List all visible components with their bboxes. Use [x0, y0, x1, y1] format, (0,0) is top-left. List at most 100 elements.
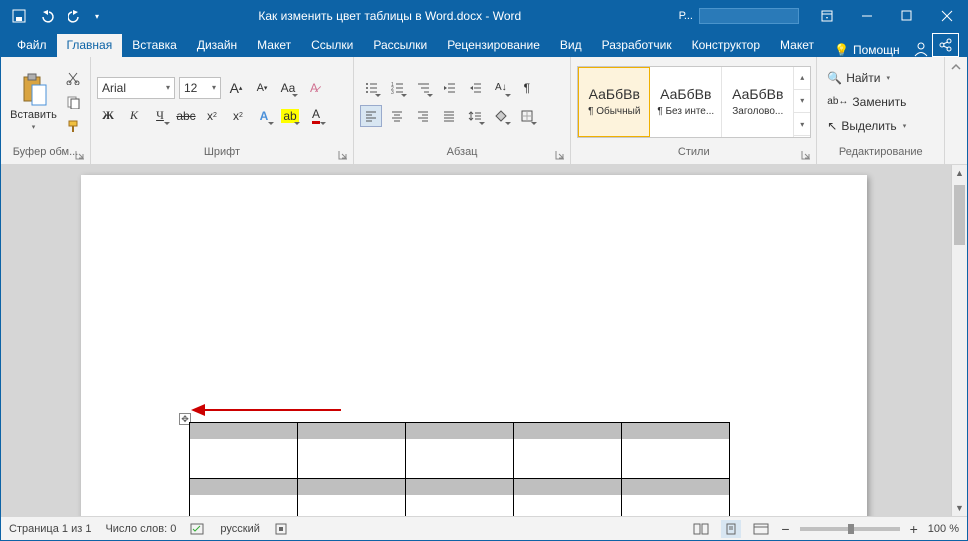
- qat-customize-button[interactable]: ▾: [91, 4, 103, 28]
- borders-button[interactable]: [516, 105, 538, 127]
- tab-developer[interactable]: Разработчик: [592, 34, 682, 57]
- title-bar: ▾ Как изменить цвет таблицы в Word.docx …: [1, 1, 967, 31]
- shading-button[interactable]: [490, 105, 512, 127]
- minimize-button[interactable]: [847, 1, 887, 31]
- find-button[interactable]: 🔍Найти▾: [827, 67, 906, 89]
- superscript-button[interactable]: x2: [227, 105, 249, 127]
- tell-me-search[interactable]: 💡 Помощн: [824, 43, 910, 57]
- tell-me-label: Помощн: [853, 43, 900, 57]
- styles-gallery: АаБбВв ¶ Обычный АаБбВв ¶ Без инте... Аа…: [577, 66, 811, 138]
- line-spacing-button[interactable]: [464, 105, 486, 127]
- close-button[interactable]: [927, 1, 967, 31]
- page-count[interactable]: Страница 1 из 1: [9, 523, 91, 535]
- zoom-slider[interactable]: [800, 527, 900, 531]
- select-button[interactable]: ↖Выделить▾: [827, 115, 906, 137]
- zoom-out-button[interactable]: −: [781, 521, 789, 537]
- grow-font-button[interactable]: A▴: [225, 77, 247, 99]
- copy-button[interactable]: [62, 92, 84, 112]
- tab-table-design[interactable]: Конструктор: [682, 34, 770, 57]
- paragraph-group: 123 A↓ ¶: [354, 57, 571, 164]
- tab-file[interactable]: Файл: [7, 34, 57, 57]
- cut-button[interactable]: [62, 68, 84, 88]
- numbering-button[interactable]: 123: [386, 77, 408, 99]
- share-button[interactable]: [932, 33, 959, 57]
- undo-button[interactable]: [35, 4, 59, 28]
- sort-button[interactable]: A↓: [490, 77, 512, 99]
- style-normal[interactable]: АаБбВв ¶ Обычный: [578, 67, 650, 137]
- document-area: ✥ ▲ ▼: [1, 165, 967, 516]
- style-heading1[interactable]: АаБбВв Заголово...: [722, 67, 794, 137]
- read-mode-button[interactable]: [691, 520, 711, 538]
- save-button[interactable]: [7, 4, 31, 28]
- decrease-indent-button[interactable]: [438, 77, 460, 99]
- strikethrough-button[interactable]: abc: [175, 105, 197, 127]
- style-no-spacing[interactable]: АаБбВв ¶ Без инте...: [650, 67, 722, 137]
- vertical-scrollbar[interactable]: ▲ ▼: [951, 165, 967, 516]
- font-color-button[interactable]: A: [305, 105, 327, 127]
- change-case-button[interactable]: Aa: [277, 77, 299, 99]
- print-layout-button[interactable]: [721, 520, 741, 538]
- tab-view[interactable]: Вид: [550, 34, 592, 57]
- align-right-button[interactable]: [412, 105, 434, 127]
- word-count[interactable]: Число слов: 0: [105, 523, 176, 535]
- replace-button[interactable]: ab↔Заменить: [827, 91, 906, 113]
- italic-button[interactable]: К: [123, 105, 145, 127]
- styles-group-label: Стили: [678, 146, 710, 158]
- tab-design[interactable]: Дизайн: [187, 34, 247, 57]
- macro-indicator[interactable]: [274, 522, 288, 536]
- cursor-icon: ↖: [827, 119, 837, 133]
- bullets-button[interactable]: [360, 77, 382, 99]
- editing-group-label: Редактирование: [839, 146, 923, 158]
- multilevel-list-button[interactable]: [412, 77, 434, 99]
- scroll-up-button[interactable]: ▲: [952, 165, 967, 181]
- redo-button[interactable]: [63, 4, 87, 28]
- tab-review[interactable]: Рецензирование: [437, 34, 550, 57]
- styles-gallery-scroll[interactable]: ▴▾▾: [794, 67, 810, 137]
- web-layout-button[interactable]: [751, 520, 771, 538]
- clear-formatting-button[interactable]: A̷: [303, 77, 325, 99]
- table-row: [190, 495, 730, 517]
- increase-indent-button[interactable]: [464, 77, 486, 99]
- tab-references[interactable]: Ссылки: [301, 34, 363, 57]
- document-table[interactable]: [189, 422, 730, 516]
- font-size-combo[interactable]: 12▾: [179, 77, 221, 99]
- tab-layout[interactable]: Макет: [247, 34, 301, 57]
- collapse-ribbon-button[interactable]: [945, 57, 967, 164]
- clipboard-launcher[interactable]: [74, 149, 88, 163]
- styles-launcher[interactable]: [800, 149, 814, 163]
- paste-button[interactable]: Вставить ▾: [7, 66, 60, 138]
- zoom-in-button[interactable]: +: [910, 521, 918, 537]
- annotation-arrow: [191, 404, 341, 416]
- spellcheck-icon[interactable]: [190, 522, 206, 536]
- language-indicator[interactable]: русский: [220, 523, 259, 535]
- subscript-button[interactable]: x2: [201, 105, 223, 127]
- underline-button[interactable]: Ч: [149, 105, 171, 127]
- align-left-button[interactable]: [360, 105, 382, 127]
- justify-button[interactable]: [438, 105, 460, 127]
- ribbon-display-options-button[interactable]: [807, 1, 847, 31]
- tab-insert[interactable]: Вставка: [122, 34, 187, 57]
- maximize-button[interactable]: [887, 1, 927, 31]
- font-launcher[interactable]: [337, 149, 351, 163]
- tab-mailings[interactable]: Рассылки: [363, 34, 437, 57]
- account-icon[interactable]: [910, 41, 932, 57]
- tab-table-layout[interactable]: Макет: [770, 34, 824, 57]
- table-row: [190, 479, 730, 495]
- text-effects-button[interactable]: A: [253, 105, 275, 127]
- ribbon: Вставить ▾ Буфер обм... Arial▾ 12▾ A▴: [1, 57, 967, 165]
- show-marks-button[interactable]: ¶: [516, 77, 538, 99]
- tab-home[interactable]: Главная: [57, 34, 123, 57]
- scroll-down-button[interactable]: ▼: [952, 500, 967, 516]
- scroll-thumb[interactable]: [954, 185, 965, 245]
- format-painter-button[interactable]: [62, 116, 84, 136]
- user-account-area[interactable]: Р...: [671, 8, 807, 24]
- font-name-combo[interactable]: Arial▾: [97, 77, 175, 99]
- bold-button[interactable]: Ж: [97, 105, 119, 127]
- highlight-button[interactable]: ab: [279, 105, 301, 127]
- paragraph-launcher[interactable]: [554, 149, 568, 163]
- shrink-font-button[interactable]: A▾: [251, 77, 273, 99]
- styles-group: АаБбВв ¶ Обычный АаБбВв ¶ Без инте... Аа…: [571, 57, 817, 164]
- zoom-level[interactable]: 100 %: [928, 523, 959, 535]
- align-center-button[interactable]: [386, 105, 408, 127]
- paste-label: Вставить: [10, 109, 57, 121]
